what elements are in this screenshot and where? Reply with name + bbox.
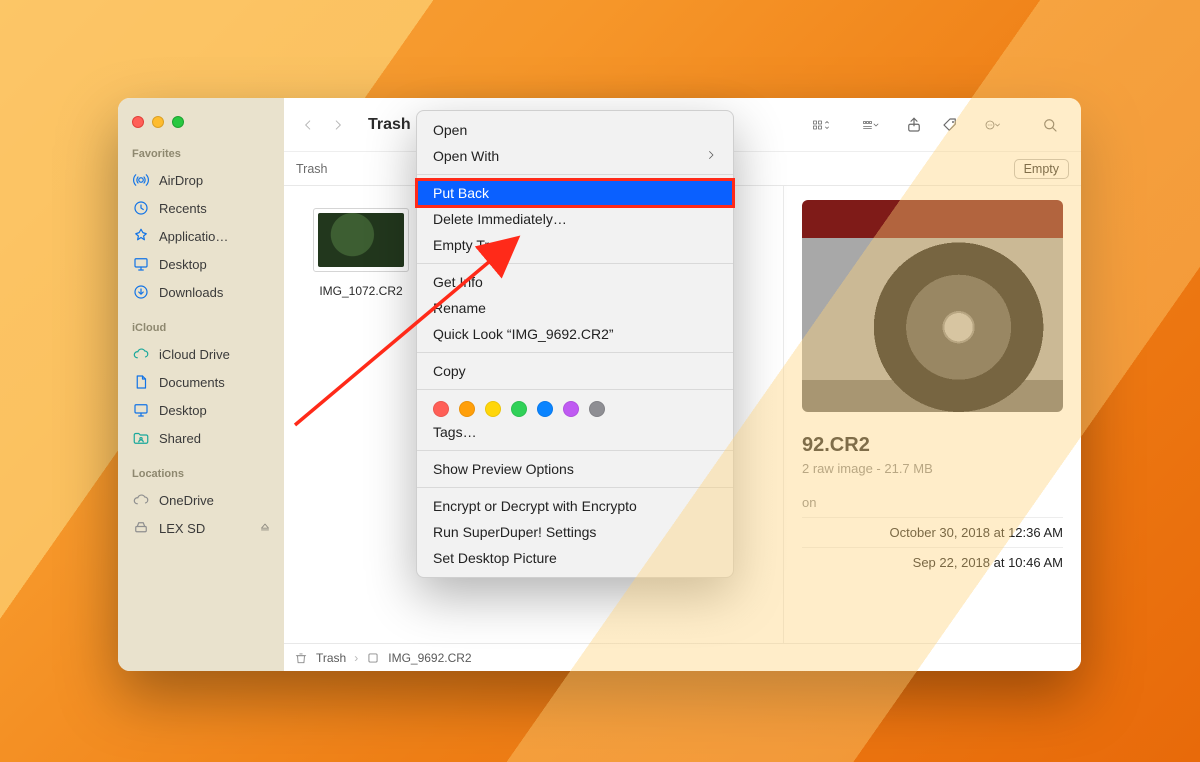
eject-icon[interactable] [258, 520, 272, 537]
meta-value: Sep 22, 2018 at 10:46 AM [913, 555, 1063, 570]
file-thumbnail [313, 208, 409, 272]
preview-image [802, 200, 1063, 412]
trash-icon [294, 651, 308, 665]
sidebar-item-label: LEX SD [159, 521, 205, 536]
search-button[interactable] [1035, 111, 1065, 139]
preview-title: 92.CR2 [802, 434, 1063, 457]
zoom-window-button[interactable] [172, 116, 184, 128]
preview-metadata: on October 30, 2018 at 12:36 AM Sep 22, … [802, 488, 1063, 577]
clock-icon [132, 199, 150, 217]
menu-item-get-info[interactable]: Get Info [417, 269, 733, 295]
tag-color[interactable] [563, 401, 579, 417]
desktop-icon [132, 255, 150, 273]
window-title: Trash [368, 116, 411, 134]
file-name: IMG_1072.CR2 [319, 284, 402, 298]
external-disk-icon [132, 519, 150, 537]
tags-button[interactable] [935, 111, 965, 139]
forward-button[interactable] [324, 111, 352, 139]
sidebar-item-icloud-desktop[interactable]: Desktop [118, 396, 284, 424]
menu-item-empty-trash[interactable]: Empty Trash [417, 232, 733, 258]
cloud-icon [132, 345, 150, 363]
meta-key: on [802, 495, 816, 510]
menu-item-put-back[interactable]: Put Back [417, 180, 733, 206]
menu-item-copy[interactable]: Copy [417, 358, 733, 384]
sidebar-item-label: Downloads [159, 285, 223, 300]
desktop-icon [132, 401, 150, 419]
sidebar-item-documents[interactable]: Documents [118, 368, 284, 396]
tag-color[interactable] [511, 401, 527, 417]
share-button[interactable] [899, 111, 929, 139]
tag-color[interactable] [433, 401, 449, 417]
view-icons-button[interactable] [799, 111, 843, 139]
menu-item-open[interactable]: Open [417, 117, 733, 143]
downloads-icon [132, 283, 150, 301]
sidebar-section-locations: Locations [118, 462, 284, 486]
path-bar: Trash › IMG_9692.CR2 [284, 643, 1081, 671]
location-label: Trash [296, 162, 328, 176]
sidebar-item-label: OneDrive [159, 493, 214, 508]
sidebar-item-shared[interactable]: Shared [118, 424, 284, 452]
path-segment[interactable]: Trash [316, 651, 346, 665]
sidebar-item-recents[interactable]: Recents [118, 194, 284, 222]
sidebar-item-label: Applicatio… [159, 229, 228, 244]
menu-item-superduper[interactable]: Run SuperDuper! Settings [417, 519, 733, 545]
sidebar-item-label: Documents [159, 375, 225, 390]
airdrop-icon [132, 171, 150, 189]
file-item[interactable]: IMG_1072.CR2 [296, 204, 426, 298]
context-menu: Open Open With Put Back Delete Immediate… [416, 110, 734, 578]
applications-icon [132, 227, 150, 245]
shared-folder-icon [132, 429, 150, 447]
sidebar-section-icloud: iCloud [118, 316, 284, 340]
sidebar-item-applications[interactable]: Applicatio… [118, 222, 284, 250]
back-button[interactable] [294, 111, 322, 139]
menu-item-quick-look[interactable]: Quick Look “IMG_9692.CR2” [417, 321, 733, 347]
sidebar-item-label: Shared [159, 431, 201, 446]
sidebar-item-desktop[interactable]: Desktop [118, 250, 284, 278]
sidebar-item-label: Desktop [159, 403, 207, 418]
sidebar-item-onedrive[interactable]: OneDrive [118, 486, 284, 514]
menu-item-open-with[interactable]: Open With [417, 143, 733, 169]
menu-item-delete-immediately[interactable]: Delete Immediately… [417, 206, 733, 232]
tag-color-row [417, 395, 733, 419]
menu-item-set-desktop-picture[interactable]: Set Desktop Picture [417, 545, 733, 571]
tag-color[interactable] [537, 401, 553, 417]
sidebar-item-icloud-drive[interactable]: iCloud Drive [118, 340, 284, 368]
minimize-window-button[interactable] [152, 116, 164, 128]
meta-value: October 30, 2018 at 12:36 AM [890, 525, 1063, 540]
sidebar-section-favorites: Favorites [118, 142, 284, 166]
sidebar-item-lex-sd[interactable]: LEX SD [118, 514, 284, 542]
chevron-right-icon [705, 148, 717, 164]
tag-color[interactable] [485, 401, 501, 417]
path-segment[interactable]: IMG_9692.CR2 [388, 651, 471, 665]
menu-item-encrypt[interactable]: Encrypt or Decrypt with Encrypto [417, 493, 733, 519]
menu-item-show-preview-options[interactable]: Show Preview Options [417, 456, 733, 482]
sidebar-item-downloads[interactable]: Downloads [118, 278, 284, 306]
menu-item-rename[interactable]: Rename [417, 295, 733, 321]
sidebar-item-airdrop[interactable]: AirDrop [118, 166, 284, 194]
sidebar: Favorites AirDrop Recents Applicatio… De… [118, 98, 284, 671]
tag-color[interactable] [459, 401, 475, 417]
group-by-button[interactable] [849, 111, 893, 139]
tag-color[interactable] [589, 401, 605, 417]
document-icon [132, 373, 150, 391]
sidebar-item-label: iCloud Drive [159, 347, 230, 362]
file-icon [366, 651, 380, 665]
preview-subtitle: 2 raw image - 21.7 MB [802, 461, 1063, 476]
sidebar-item-label: Desktop [159, 257, 207, 272]
close-window-button[interactable] [132, 116, 144, 128]
preview-panel: 92.CR2 2 raw image - 21.7 MB on October … [783, 186, 1081, 643]
more-actions-button[interactable] [971, 111, 1015, 139]
sidebar-item-label: AirDrop [159, 173, 203, 188]
cloud-icon [132, 491, 150, 509]
menu-item-tags[interactable]: Tags… [417, 419, 733, 445]
window-controls [118, 110, 284, 142]
empty-trash-button[interactable]: Empty [1014, 159, 1069, 179]
sidebar-item-label: Recents [159, 201, 207, 216]
path-separator: › [354, 651, 358, 665]
